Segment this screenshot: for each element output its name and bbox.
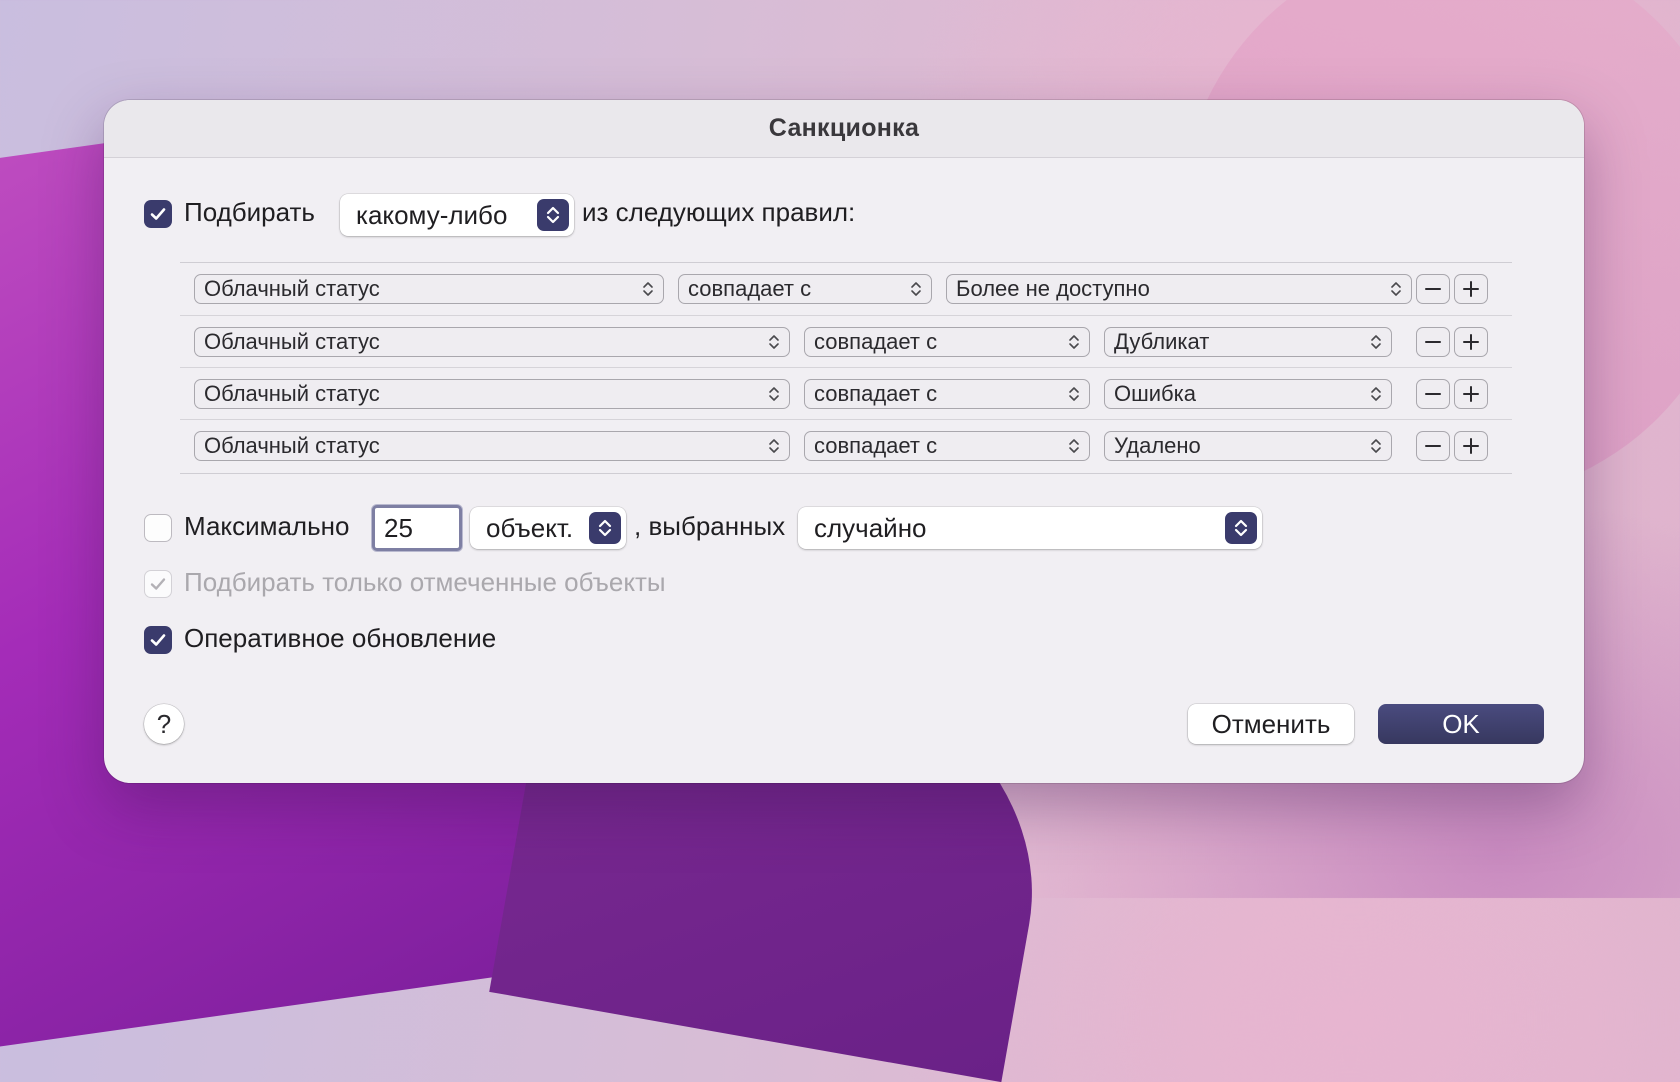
dialog-title: Санкционка [768,114,920,142]
minus-icon [1425,341,1441,343]
limit-count-input[interactable]: 25 [372,505,462,551]
smart-playlist-dialog: Санкционка Подбирать какому-либо из след… [104,100,1584,783]
rule-field-select[interactable]: Облачный статус [194,327,790,357]
limit-label: Максимально [184,511,350,541]
rule-field-value: Облачный статус [204,276,380,301]
rule-value-select[interactable]: Более не доступно [946,274,1412,304]
selection-order-value: случайно [814,512,927,543]
match-label: Подбирать [184,197,315,227]
add-rule-button[interactable] [1454,431,1488,461]
rule-field-value: Облачный статус [204,329,380,354]
rule-operator-value: совпадает с [688,276,812,301]
rule-value-select[interactable]: Удалено [1104,431,1392,461]
match-mode-value: какому-либо [356,199,508,230]
rule-field-select[interactable]: Облачный статус [194,379,790,409]
remove-rule-button[interactable] [1416,379,1450,409]
updown-arrow-icon [643,282,653,296]
dialog-titlebar: Санкционка [104,100,1584,158]
rule-operator-value: совпадает с [814,381,938,406]
remove-rule-button[interactable] [1416,274,1450,304]
match-checkbox[interactable] [144,200,172,228]
plus-icon [1463,386,1479,402]
updown-chevron-icon [537,199,569,231]
plus-icon [1463,281,1479,297]
updown-arrow-icon [1371,387,1381,401]
rule-operator-value: совпадает с [814,433,938,458]
checkmark-icon [150,634,166,646]
match-suffix-label: из следующих правил: [582,197,856,227]
match-mode-popup[interactable]: какому-либо [340,194,574,236]
limit-unit-value: объект. [486,512,574,543]
only-checked-label: Подбирать только отмеченные объекты [184,567,666,597]
limit-unit-popup[interactable]: объект. [470,507,626,549]
only-checked-checkbox [144,570,172,598]
help-button[interactable]: ? [144,704,184,744]
updown-arrow-icon [1069,335,1079,349]
updown-arrow-icon [769,387,779,401]
checkmark-icon [150,208,166,220]
rule-operator-select[interactable]: совпадает с [804,379,1090,409]
rule-operator-value: совпадает с [814,329,938,354]
updown-arrow-icon [1371,335,1381,349]
live-update-checkbox[interactable] [144,626,172,654]
plus-icon [1463,334,1479,350]
minus-icon [1425,288,1441,290]
add-rule-button[interactable] [1454,379,1488,409]
ok-button[interactable]: OK [1378,704,1544,744]
rule-value-value: Ошибка [1114,381,1196,406]
rule-value-value: Дубликат [1114,329,1210,354]
selection-order-popup[interactable]: случайно [798,507,1262,549]
updown-arrow-icon [911,282,921,296]
updown-arrow-icon [1371,439,1381,453]
updown-arrow-icon [1391,282,1401,296]
rule-value-value: Удалено [1114,433,1201,458]
rule-row: Облачный статус совпадает с Дубликат [180,315,1512,368]
rule-field-select[interactable]: Облачный статус [194,274,664,304]
rule-value-select[interactable]: Дубликат [1104,327,1392,357]
rule-field-value: Облачный статус [204,433,380,458]
updown-arrow-icon [1069,439,1079,453]
rule-row: Облачный статус совпадает с Ошибка [180,367,1512,420]
rule-field-value: Облачный статус [204,381,380,406]
rules-list: Облачный статус совпадает с Более не дос… [180,262,1512,474]
updown-chevron-icon [1225,512,1257,544]
rule-operator-select[interactable]: совпадает с [804,431,1090,461]
rule-operator-select[interactable]: совпадает с [804,327,1090,357]
limit-checkbox[interactable] [144,514,172,542]
updown-arrow-icon [1069,387,1079,401]
minus-icon [1425,445,1441,447]
updown-arrow-icon [769,335,779,349]
add-rule-button[interactable] [1454,274,1488,304]
minus-icon [1425,393,1441,395]
rule-value-select[interactable]: Ошибка [1104,379,1392,409]
remove-rule-button[interactable] [1416,431,1450,461]
selected-by-label: , выбранных [634,511,786,541]
checkmark-icon [150,578,166,590]
plus-icon [1463,438,1479,454]
live-update-label: Оперативное обновление [184,623,497,653]
add-rule-button[interactable] [1454,327,1488,357]
updown-chevron-icon [589,512,621,544]
updown-arrow-icon [769,439,779,453]
cancel-button[interactable]: Отменить [1188,704,1354,744]
rule-row: Облачный статус совпадает с Удалено [180,419,1512,472]
rule-value-value: Более не доступно [956,276,1150,301]
remove-rule-button[interactable] [1416,327,1450,357]
rule-field-select[interactable]: Облачный статус [194,431,790,461]
rule-row: Облачный статус совпадает с Более не дос… [180,263,1512,315]
rule-operator-select[interactable]: совпадает с [678,274,932,304]
